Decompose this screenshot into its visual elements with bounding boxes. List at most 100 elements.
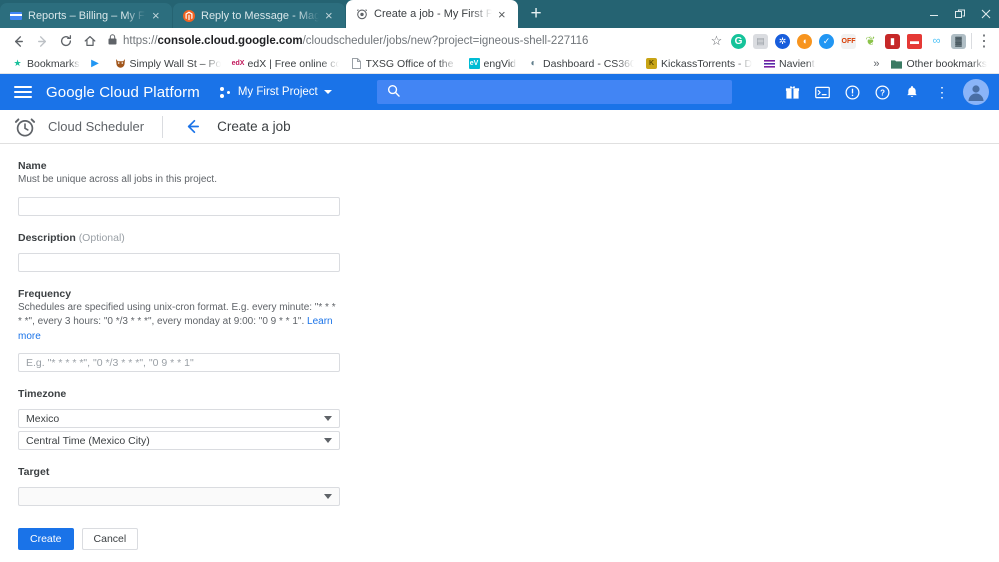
bookmark-label: Navient: [779, 58, 815, 70]
target-select[interactable]: [18, 487, 340, 506]
search-input[interactable]: [410, 85, 722, 99]
fox-icon: [115, 58, 126, 69]
help-icon[interactable]: ?: [869, 79, 895, 105]
timezone-country-select[interactable]: Mexico: [18, 409, 340, 428]
gcp-search-box[interactable]: [377, 80, 732, 104]
checkmark-extension-icon[interactable]: ✓: [819, 34, 834, 49]
bookmark-star-icon[interactable]: ☆: [709, 34, 724, 49]
home-button[interactable]: [78, 29, 102, 53]
search-icon: [387, 84, 400, 100]
timezone-label: Timezone: [18, 388, 999, 400]
name-label: Name: [18, 160, 999, 172]
field-timezone: Timezone Mexico Central Time (Mexico Cit…: [18, 388, 999, 450]
header-divider: [162, 116, 163, 138]
honey-extension-icon[interactable]: ◖: [797, 34, 812, 49]
bookmark-label: Bookmarks: [27, 58, 80, 70]
browser-tab-title: Reply to Message - Magento For: [201, 10, 319, 22]
gcp-header-actions: ? ⋮: [779, 79, 989, 105]
arrow-back-icon[interactable]: [181, 116, 203, 138]
browser-tab[interactable]: Reports – Billing – My First Proje ×: [0, 3, 172, 28]
alarm-clock-icon: [14, 116, 36, 138]
product-name[interactable]: Cloud Scheduler: [48, 119, 144, 134]
reload-button[interactable]: [54, 29, 78, 53]
browser-menu-icon[interactable]: ⋮: [975, 31, 993, 51]
window-minimize-button[interactable]: [921, 0, 947, 28]
infinity-extension-icon[interactable]: ∞: [929, 34, 944, 49]
window-controls: [921, 0, 999, 28]
description-label: Description (Optional): [18, 232, 999, 244]
other-bookmarks-label: Other bookmarks: [906, 58, 987, 70]
leaf-extension-icon[interactable]: ❦: [863, 34, 878, 49]
timezone-zone-select[interactable]: Central Time (Mexico City): [18, 431, 340, 450]
gifts-icon[interactable]: [779, 79, 805, 105]
product-header: Cloud Scheduler Create a job: [0, 110, 999, 144]
cancel-button[interactable]: Cancel: [82, 528, 139, 550]
bookmarks-overflow-icon[interactable]: »: [867, 58, 885, 70]
calculator-extension-icon[interactable]: ▓: [951, 34, 966, 49]
description-input[interactable]: [18, 253, 340, 272]
engvid-icon: eV: [469, 58, 480, 69]
other-bookmarks-button[interactable]: Other bookmarks: [885, 55, 993, 73]
gcp-brand-title[interactable]: Google Cloud Platform: [46, 84, 200, 101]
grammarly-extension-icon[interactable]: G: [731, 34, 746, 49]
bookmark-item-play[interactable]: ▶: [86, 55, 109, 73]
hamburger-menu-icon[interactable]: [10, 79, 36, 105]
bookmark-item-txsg[interactable]: TXSG Office of the St: [345, 55, 463, 73]
window-maximize-button[interactable]: [947, 0, 973, 28]
form-actions: Create Cancel: [18, 528, 999, 550]
bitwarden-extension-icon[interactable]: ✲: [775, 34, 790, 49]
field-frequency: Frequency Schedules are specified using …: [18, 288, 999, 373]
bookmark-item-engvid[interactable]: eV engVid: [463, 55, 523, 73]
bookmark-label: KickassTorrents - Do: [661, 58, 752, 70]
frequency-help-text: Schedules are specified using unix-cron …: [18, 301, 340, 345]
url-path: /cloudscheduler/jobs/new?project=igneous…: [303, 35, 589, 47]
browser-tab[interactable]: Reply to Message - Magento For ×: [173, 3, 345, 28]
bookmark-label: Dashboard - CS360 C: [543, 58, 634, 70]
cloud-shell-icon[interactable]: [809, 79, 835, 105]
bookmark-label: Simply Wall St – Pop: [130, 58, 221, 70]
url-text: https://console.cloud.google.com/cloudsc…: [123, 35, 588, 47]
bookmark-item-edx[interactable]: edX edX | Free online cou: [227, 55, 345, 73]
new-tab-button[interactable]: +: [522, 0, 550, 28]
billing-card-icon: [10, 10, 22, 22]
bookmark-item-kickasstorrents[interactable]: K KickassTorrents - Do: [640, 55, 758, 73]
notifications-bell-icon[interactable]: [899, 79, 925, 105]
page-title: Create a job: [217, 119, 291, 134]
book-extension-icon[interactable]: ▮: [885, 34, 900, 49]
lips-extension-icon[interactable]: ▬: [907, 34, 922, 49]
gcp-top-bar: Google Cloud Platform My First Project ?…: [0, 74, 999, 110]
bookmarks-bar: ★ Bookmarks ▶ Simply Wall St – Pop edX e…: [0, 54, 999, 74]
name-input[interactable]: [18, 197, 340, 216]
more-vert-icon[interactable]: ⋮: [929, 79, 955, 105]
kickass-icon: K: [646, 58, 657, 69]
timezone-zone-value: Central Time (Mexico City): [26, 435, 150, 447]
url-scheme: https://: [123, 35, 158, 47]
forward-button[interactable]: [30, 29, 54, 53]
bookmark-item-navient[interactable]: Navient: [758, 55, 821, 73]
star-icon: ★: [12, 58, 23, 69]
tab-close-icon[interactable]: ×: [152, 9, 166, 22]
feedback-icon[interactable]: [839, 79, 865, 105]
frequency-input[interactable]: [18, 353, 340, 372]
name-help-text: Must be unique across all jobs in this p…: [18, 173, 340, 188]
bookmark-item-bookmarks[interactable]: ★ Bookmarks: [6, 55, 86, 73]
user-avatar[interactable]: [963, 79, 989, 105]
address-bar[interactable]: https://console.cloud.google.com/cloudsc…: [108, 31, 701, 51]
office-extension-icon[interactable]: OFF: [841, 34, 856, 49]
window-close-button[interactable]: [973, 0, 999, 28]
back-button[interactable]: [6, 29, 30, 53]
bookmark-item-simply-wall-st[interactable]: Simply Wall St – Pop: [109, 55, 227, 73]
project-selector[interactable]: My First Project: [220, 86, 332, 98]
bookmark-item-dashboard[interactable]: ◐ Dashboard - CS360 C: [522, 55, 640, 73]
tab-close-icon[interactable]: ×: [498, 8, 512, 21]
frequency-label: Frequency: [18, 288, 999, 300]
toolbar-divider: [971, 33, 972, 49]
chart-extension-icon[interactable]: ▤: [753, 34, 768, 49]
browser-tab-title: Reports – Billing – My First Proje: [28, 10, 146, 22]
browser-tab-active[interactable]: Create a job - My First Project - G ×: [346, 0, 518, 28]
chevron-down-icon: [324, 438, 332, 443]
browser-toolbar: https://console.cloud.google.com/cloudsc…: [0, 28, 999, 54]
chevron-down-icon: [324, 494, 332, 499]
tab-close-icon[interactable]: ×: [325, 9, 339, 22]
create-button[interactable]: Create: [18, 528, 74, 550]
